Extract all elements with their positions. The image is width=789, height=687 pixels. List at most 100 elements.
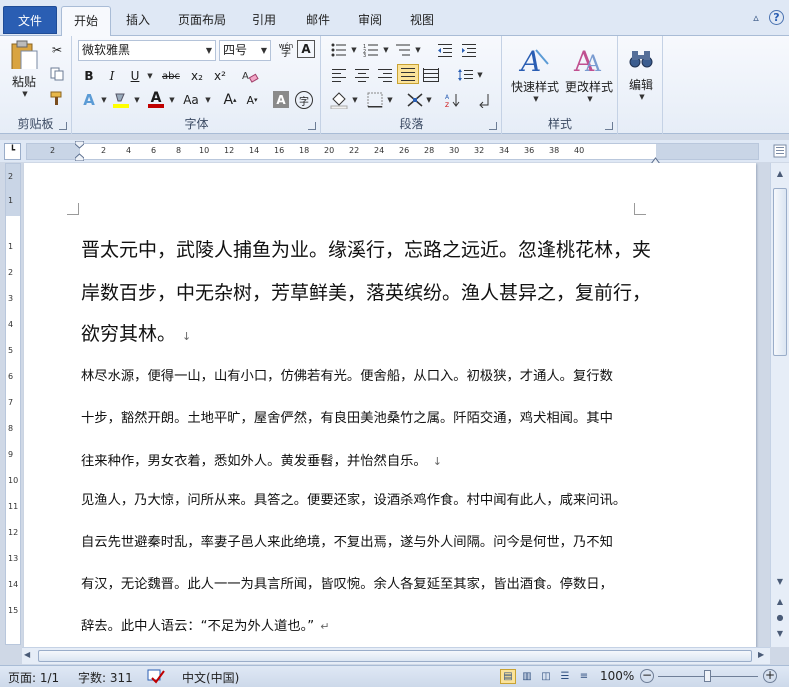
vertical-ruler[interactable]: 2 1 1 2 3 4 5 6 7 8 9 10 11 12 13 14 15: [5, 163, 21, 645]
justify-icon[interactable]: [397, 64, 419, 84]
chevron-down-icon[interactable]: ▼: [385, 90, 393, 110]
chevron-down-icon[interactable]: ▼: [349, 40, 357, 60]
minimize-ribbon-icon[interactable]: ▵: [748, 10, 764, 26]
scroll-down-icon[interactable]: ▼: [773, 575, 787, 589]
align-right-icon[interactable]: [374, 65, 396, 85]
tab-page-layout[interactable]: 页面布局: [168, 6, 236, 36]
proofing-icon[interactable]: [147, 668, 165, 684]
italic-button[interactable]: I: [101, 66, 123, 86]
clipboard-launcher-icon[interactable]: [59, 122, 67, 130]
vertical-scroll-thumb[interactable]: [773, 188, 787, 356]
character-shading-button[interactable]: A: [273, 91, 289, 108]
page-count-status[interactable]: 页面: 1/1: [8, 669, 59, 686]
web-layout-view-icon[interactable]: ◫: [538, 669, 554, 684]
bullets-icon[interactable]: [328, 40, 350, 60]
zoom-slider-thumb[interactable]: [704, 670, 711, 682]
draft-view-icon[interactable]: ≡: [576, 669, 592, 684]
view-ruler-icon[interactable]: [773, 144, 787, 158]
bold-button[interactable]: B: [78, 66, 100, 86]
next-page-icon[interactable]: ▼: [773, 627, 787, 641]
change-styles-button[interactable]: AA 更改样式 ▼: [563, 38, 615, 108]
chevron-down-icon[interactable]: ▼: [413, 40, 421, 60]
chevron-down-icon[interactable]: ▼: [350, 90, 358, 110]
chevron-down-icon[interactable]: ▼: [167, 90, 175, 110]
scroll-left-icon[interactable]: ◀: [24, 650, 30, 659]
multilevel-list-icon[interactable]: [392, 40, 414, 60]
scroll-right-icon[interactable]: ▶: [758, 650, 764, 659]
superscript-button[interactable]: x²: [209, 66, 231, 86]
language-status[interactable]: 中文(中国): [182, 669, 239, 686]
svg-text:A: A: [518, 45, 541, 78]
strikethrough-button[interactable]: abc: [158, 66, 184, 86]
tab-home[interactable]: 开始: [61, 6, 111, 37]
format-painter-icon[interactable]: [46, 88, 68, 108]
help-icon[interactable]: ?: [769, 10, 784, 25]
indent-marker-icon[interactable]: [74, 140, 85, 162]
tab-view[interactable]: 视图: [398, 6, 446, 36]
horizontal-scroll-thumb[interactable]: [38, 650, 752, 662]
line-spacing-icon[interactable]: [454, 65, 476, 85]
tab-insert[interactable]: 插入: [114, 6, 162, 36]
previous-page-icon[interactable]: ▲: [773, 595, 787, 609]
tab-selector-icon[interactable]: ┗: [4, 143, 21, 160]
styles-launcher-icon[interactable]: [605, 122, 613, 130]
horizontal-scrollbar[interactable]: ◀ ▶: [22, 647, 770, 664]
scroll-up-icon[interactable]: ▲: [773, 167, 787, 181]
numbering-icon[interactable]: 123: [360, 40, 382, 60]
copy-icon[interactable]: [46, 64, 68, 84]
tab-file[interactable]: 文件: [3, 6, 57, 34]
change-case-button[interactable]: Aa: [179, 90, 203, 110]
outline-view-icon[interactable]: ☰: [557, 669, 573, 684]
show-marks-icon[interactable]: [474, 90, 496, 110]
font-size-combo[interactable]: 四号 ▼: [219, 40, 271, 61]
cut-icon[interactable]: ✂: [46, 40, 68, 60]
character-border-button[interactable]: A: [297, 40, 315, 58]
font-name-combo[interactable]: 微软雅黑 ▼: [78, 40, 216, 61]
document-page[interactable]: 晋太元中，武陵人捕鱼为业。缘溪行，忘路之远近。忽逢桃花林，夹 岸数百步，中无杂树…: [24, 163, 756, 647]
tab-mailings[interactable]: 邮件: [294, 6, 342, 36]
distributed-icon[interactable]: [420, 65, 442, 85]
tab-references[interactable]: 引用: [240, 6, 288, 36]
underline-button[interactable]: U: [124, 66, 146, 86]
chinese-layout-icon[interactable]: [404, 90, 426, 110]
align-center-icon[interactable]: [351, 65, 373, 85]
chevron-down-icon[interactable]: ▼: [99, 90, 107, 110]
chevron-down-icon[interactable]: ▼: [475, 65, 483, 85]
zoom-out-icon[interactable]: −: [640, 669, 654, 683]
select-browse-object-icon[interactable]: ●: [773, 611, 787, 625]
sort-icon[interactable]: AZ: [442, 90, 464, 110]
font-color-button[interactable]: A: [145, 90, 167, 110]
shading-icon[interactable]: [328, 90, 350, 110]
chevron-down-icon[interactable]: ▼: [424, 90, 432, 110]
highlight-color-icon[interactable]: [110, 90, 132, 110]
decrease-indent-icon[interactable]: [434, 40, 456, 60]
tab-review[interactable]: 审阅: [346, 6, 394, 36]
chevron-down-icon[interactable]: ▼: [145, 66, 153, 86]
quick-styles-button[interactable]: A 快速样式 ▼: [507, 38, 563, 108]
align-left-icon[interactable]: [328, 65, 350, 85]
font-launcher-icon[interactable]: [308, 122, 316, 130]
increase-indent-icon[interactable]: [458, 40, 480, 60]
borders-icon[interactable]: [364, 90, 386, 110]
paste-button[interactable]: 粘贴 ▼: [6, 40, 42, 98]
shrink-font-button[interactable]: A ▾: [241, 90, 263, 110]
chevron-down-icon[interactable]: ▼: [203, 90, 211, 110]
horizontal-ruler[interactable]: 2 2 4 6 8 10 12 14 16 18 20 22 24 26 28 …: [26, 140, 759, 165]
subscript-button[interactable]: x₂: [186, 66, 208, 86]
clear-formatting-icon[interactable]: A: [239, 66, 261, 86]
paragraph-launcher-icon[interactable]: [489, 122, 497, 130]
zoom-in-icon[interactable]: +: [763, 669, 777, 683]
full-screen-reading-view-icon[interactable]: ▥: [519, 669, 535, 684]
chevron-down-icon[interactable]: ▼: [381, 40, 389, 60]
grow-font-button[interactable]: A ▴: [219, 90, 241, 110]
text-effects-button[interactable]: A: [78, 90, 100, 110]
chevron-down-icon[interactable]: ▼: [132, 90, 140, 110]
right-indent-marker-icon[interactable]: [650, 153, 661, 165]
word-count-status[interactable]: 字数: 311: [78, 669, 133, 686]
vertical-scrollbar[interactable]: ▲ ▼ ▲ ● ▼: [770, 163, 789, 647]
phonetic-guide-button[interactable]: wén 字: [275, 40, 297, 60]
editing-button[interactable]: 编辑 ▼: [623, 38, 659, 108]
zoom-level[interactable]: 100%: [600, 669, 634, 683]
enclose-characters-button[interactable]: 字: [295, 91, 313, 109]
print-layout-view-icon[interactable]: ▤: [500, 669, 516, 684]
